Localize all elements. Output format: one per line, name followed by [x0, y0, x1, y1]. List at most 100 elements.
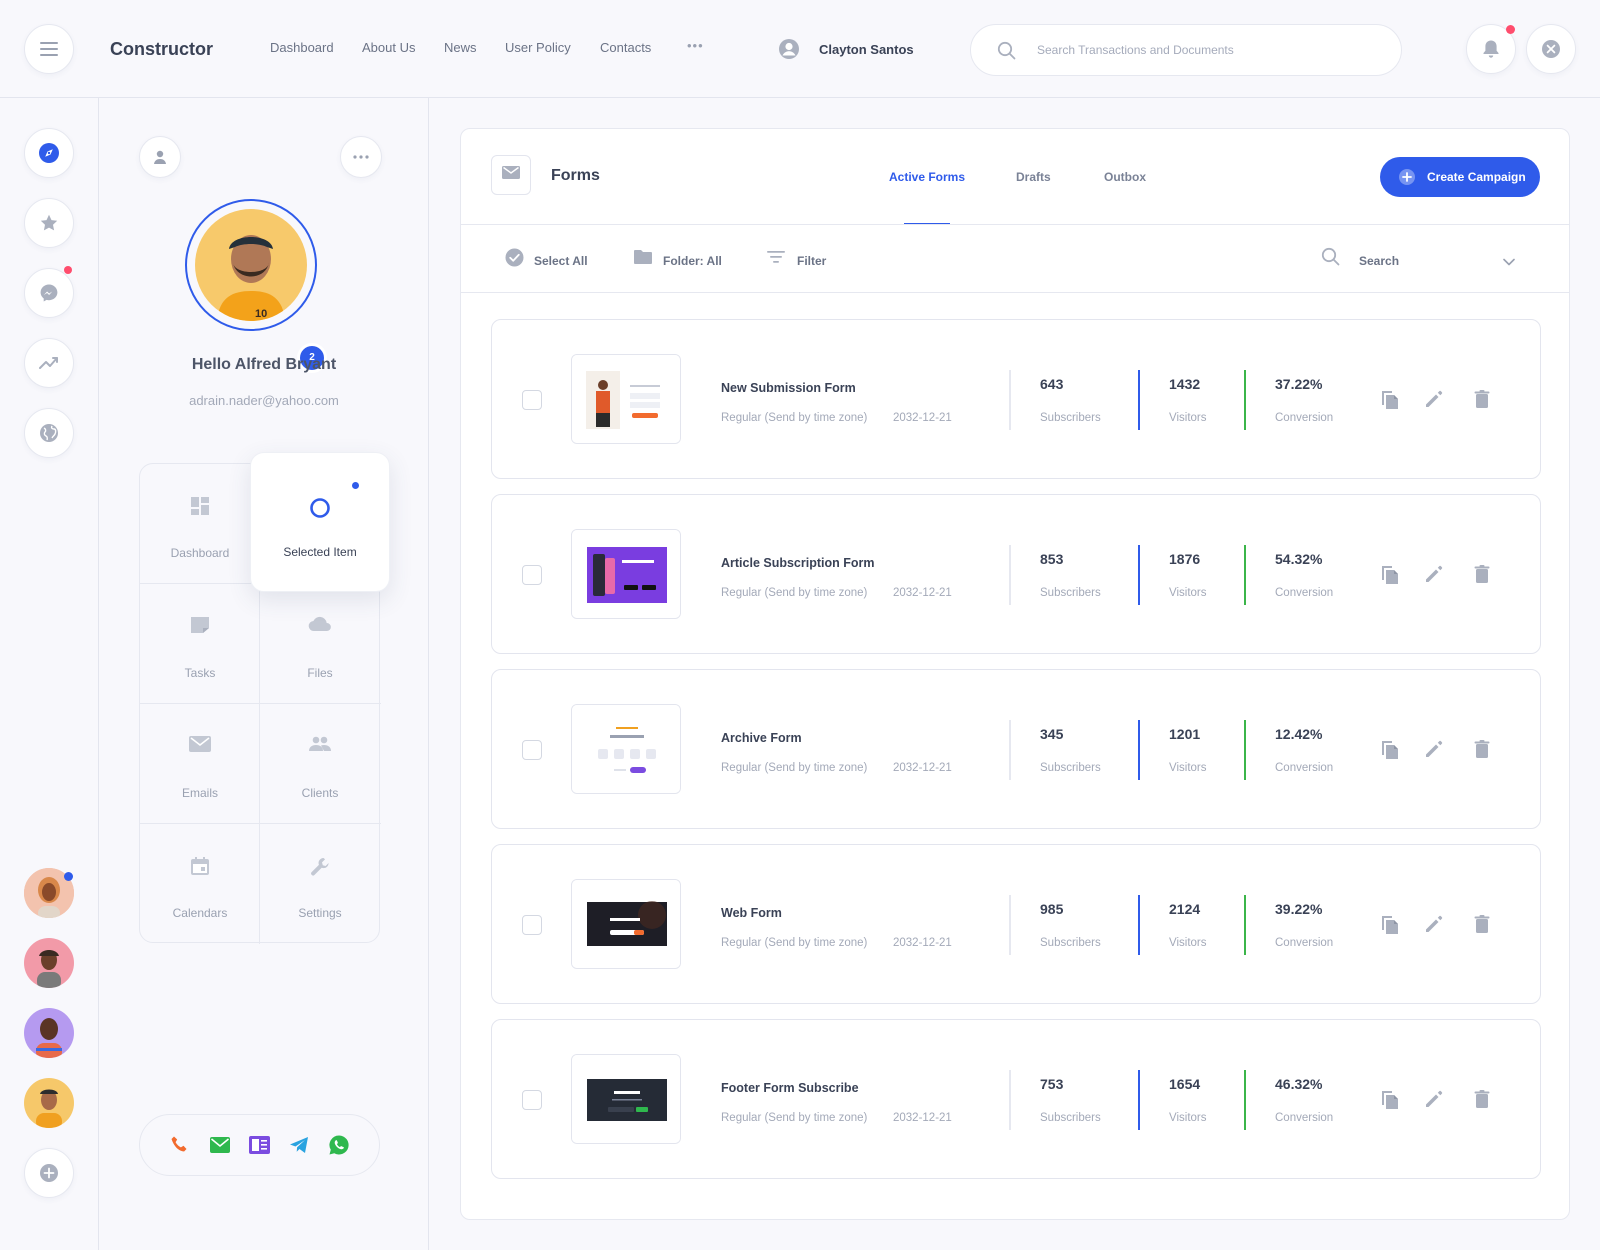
- trash-icon[interactable]: [1471, 1088, 1493, 1115]
- form-name[interactable]: Article Subscription Form: [721, 556, 875, 570]
- left-rail: [0, 98, 99, 1250]
- menu-calendars[interactable]: Calendars: [140, 824, 260, 944]
- nav-contacts[interactable]: Contacts: [600, 40, 651, 55]
- menu-dashboard-label: Dashboard: [170, 546, 230, 560]
- subscribers-label: Subscribers: [1040, 412, 1101, 424]
- user-name[interactable]: Clayton Santos: [819, 42, 914, 57]
- row-checkbox[interactable]: [522, 915, 542, 935]
- subscribers-label: Subscribers: [1040, 587, 1101, 599]
- copy-icon[interactable]: [1379, 738, 1401, 765]
- search-icon: [1321, 247, 1340, 271]
- edit-icon[interactable]: [1423, 738, 1445, 765]
- menu-settings[interactable]: Settings: [260, 824, 380, 944]
- telegram-icon[interactable]: [289, 1136, 309, 1159]
- close-button[interactable]: [1526, 24, 1576, 74]
- whatsapp-icon[interactable]: [328, 1134, 350, 1161]
- stat-divider-green: [1244, 1070, 1246, 1130]
- rail-star-button[interactable]: [24, 198, 74, 248]
- menu-clients[interactable]: Clients: [260, 704, 380, 824]
- stat-divider-blue: [1138, 545, 1140, 605]
- forms-mail-button[interactable]: [491, 155, 531, 195]
- nav-user-policy[interactable]: User Policy: [505, 40, 571, 55]
- folder-dropdown[interactable]: Folder: All: [663, 254, 722, 268]
- subscribers-count: 853: [1040, 551, 1064, 567]
- newspaper-icon[interactable]: [249, 1136, 270, 1159]
- form-row[interactable]: Archive Form Regular (Send by time zone)…: [491, 669, 1541, 829]
- form-row[interactable]: Footer Form Subscribe Regular (Send by t…: [491, 1019, 1541, 1179]
- row-checkbox[interactable]: [522, 565, 542, 585]
- select-all-button[interactable]: Select All: [534, 254, 588, 268]
- top-search-input[interactable]: Search Transactions and Documents: [970, 24, 1402, 76]
- trending-icon: [39, 356, 59, 370]
- forms-panel: Forms Active Forms Drafts Outbox Create …: [460, 128, 1570, 1220]
- tab-drafts[interactable]: Drafts: [1016, 170, 1051, 184]
- edit-icon[interactable]: [1423, 388, 1445, 415]
- menu-dashboard[interactable]: Dashboard: [140, 464, 260, 584]
- form-thumbnail[interactable]: [571, 704, 681, 794]
- row-checkbox[interactable]: [522, 1090, 542, 1110]
- row-checkbox[interactable]: [522, 390, 542, 410]
- note-icon: [190, 616, 210, 639]
- menu-button[interactable]: [24, 24, 74, 74]
- form-thumbnail[interactable]: [571, 354, 681, 444]
- profile-user-button[interactable]: [139, 136, 181, 178]
- nav-dashboard[interactable]: Dashboard: [270, 40, 334, 55]
- phone-icon[interactable]: [170, 1135, 190, 1160]
- trash-icon[interactable]: [1471, 563, 1493, 590]
- menu-tasks[interactable]: Tasks: [140, 584, 260, 704]
- form-row[interactable]: Web Form Regular (Send by time zone) 203…: [491, 844, 1541, 1004]
- rail-messenger-button[interactable]: [24, 268, 74, 318]
- form-row[interactable]: Article Subscription Form Regular (Send …: [491, 494, 1541, 654]
- copy-icon[interactable]: [1379, 388, 1401, 415]
- form-thumbnail[interactable]: [571, 529, 681, 619]
- conversion-label: Conversion: [1275, 937, 1334, 949]
- edit-icon[interactable]: [1423, 563, 1445, 590]
- check-circle-icon[interactable]: [505, 248, 524, 272]
- rail-globe-button[interactable]: [24, 408, 74, 458]
- trash-icon[interactable]: [1471, 738, 1493, 765]
- tab-outbox[interactable]: Outbox: [1104, 170, 1146, 184]
- rail-compass-button[interactable]: [24, 128, 74, 178]
- copy-icon[interactable]: [1379, 1088, 1401, 1115]
- forms-search-input[interactable]: Search: [1359, 254, 1399, 268]
- form-name[interactable]: Archive Form: [721, 731, 802, 745]
- tab-active-forms[interactable]: Active Forms: [889, 170, 965, 184]
- create-campaign-button[interactable]: Create Campaign: [1380, 157, 1540, 197]
- rail-trending-button[interactable]: [24, 338, 74, 388]
- form-thumbnail[interactable]: [571, 1054, 681, 1144]
- nav-news[interactable]: News: [444, 40, 477, 55]
- trash-icon[interactable]: [1471, 913, 1493, 940]
- edit-icon[interactable]: [1423, 913, 1445, 940]
- form-name[interactable]: Web Form: [721, 906, 782, 920]
- form-name[interactable]: Footer Form Subscribe: [721, 1081, 859, 1095]
- contact-avatar-4[interactable]: [24, 1078, 74, 1128]
- wrench-icon: [309, 856, 331, 883]
- row-checkbox[interactable]: [522, 740, 542, 760]
- subscribers-count: 643: [1040, 376, 1064, 392]
- user-avatar-icon[interactable]: [778, 38, 800, 65]
- nav-more-button[interactable]: •••: [687, 38, 704, 53]
- profile-more-button[interactable]: [340, 136, 382, 178]
- add-contact-button[interactable]: [24, 1148, 74, 1198]
- mail-icon[interactable]: [210, 1137, 230, 1158]
- user-icon: [152, 149, 168, 165]
- conversion-label: Conversion: [1275, 762, 1334, 774]
- form-row[interactable]: New Submission Form Regular (Send by tim…: [491, 319, 1541, 479]
- subscribers-label: Subscribers: [1040, 762, 1101, 774]
- conversion-rate: 12.42%: [1275, 726, 1323, 742]
- filter-button[interactable]: Filter: [797, 254, 826, 268]
- nav-about-us[interactable]: About Us: [362, 40, 415, 55]
- chevron-down-icon[interactable]: [1503, 253, 1515, 271]
- edit-icon[interactable]: [1423, 1088, 1445, 1115]
- copy-icon[interactable]: [1379, 563, 1401, 590]
- contact-avatar-2[interactable]: [24, 938, 74, 988]
- trash-icon[interactable]: [1471, 388, 1493, 415]
- contact-avatar-3[interactable]: [24, 1008, 74, 1058]
- copy-icon[interactable]: [1379, 913, 1401, 940]
- menu-selected-item[interactable]: Selected Item: [250, 452, 390, 592]
- form-name[interactable]: New Submission Form: [721, 381, 856, 395]
- menu-emails[interactable]: Emails: [140, 704, 260, 824]
- profile-avatar[interactable]: 10: [195, 209, 307, 321]
- form-thumbnail[interactable]: [571, 879, 681, 969]
- menu-files[interactable]: Files: [260, 584, 380, 704]
